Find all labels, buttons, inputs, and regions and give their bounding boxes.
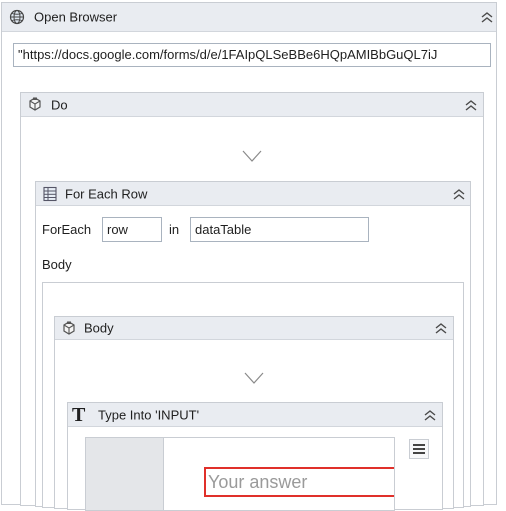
body-sequence[interactable]: Body T Type Into 'INPUT' Your answer: [54, 316, 454, 511]
url-input[interactable]: "https://docs.google.com/forms/d/e/1FAIp…: [13, 43, 491, 67]
body-title: Body: [84, 320, 114, 336]
type-into-title: Type Into 'INPUT': [98, 407, 200, 422]
collapse-chevron-icon[interactable]: [464, 99, 478, 111]
drop-arrow-icon[interactable]: [242, 150, 262, 162]
type-into-activity[interactable]: T Type Into 'INPUT' Your answer: [67, 402, 443, 511]
for-each-row-title: For Each Row: [65, 186, 148, 201]
collapse-chevron-icon[interactable]: [452, 188, 466, 200]
item-variable-input[interactable]: row: [102, 217, 162, 242]
open-browser-header[interactable]: Open Browser: [2, 3, 496, 32]
drop-arrow-icon[interactable]: [244, 372, 264, 384]
sequence-icon: [27, 97, 43, 113]
foreach-label: ForEach: [42, 222, 92, 237]
collapse-chevron-icon[interactable]: [423, 409, 437, 421]
element-preview[interactable]: Your answer: [85, 437, 395, 511]
collection-input[interactable]: dataTable: [190, 217, 369, 242]
body-header[interactable]: Body: [55, 317, 453, 340]
do-header[interactable]: Do: [21, 93, 483, 117]
text-type-icon: T: [72, 404, 86, 426]
for-each-row-header[interactable]: For Each Row: [36, 182, 470, 206]
body-container[interactable]: Body T Type Into 'INPUT' Your answer: [42, 282, 464, 511]
open-browser-title: Open Browser: [34, 9, 118, 25]
sequence-icon: [61, 321, 77, 337]
body-label: Body: [42, 257, 72, 272]
for-each-row-activity[interactable]: For Each Row ForEach row in dataTable Bo…: [35, 181, 471, 511]
open-browser-activity[interactable]: Open Browser "https://docs.google.com/fo…: [1, 2, 497, 511]
type-into-header[interactable]: T Type Into 'INPUT': [68, 403, 442, 427]
in-label: in: [169, 222, 180, 237]
globe-icon: [9, 9, 25, 25]
do-title: Do: [51, 97, 68, 112]
collapse-chevron-icon[interactable]: [480, 11, 494, 23]
do-sequence[interactable]: Do For Each Row ForEach row in dataTable…: [20, 92, 484, 511]
preview-sidebar: [86, 438, 164, 510]
collapse-chevron-icon[interactable]: [434, 322, 448, 334]
table-icon: [42, 186, 58, 202]
target-input-highlight: Your answer: [204, 467, 394, 497]
menu-icon[interactable]: [409, 439, 429, 459]
answer-placeholder: Your answer: [208, 472, 308, 492]
